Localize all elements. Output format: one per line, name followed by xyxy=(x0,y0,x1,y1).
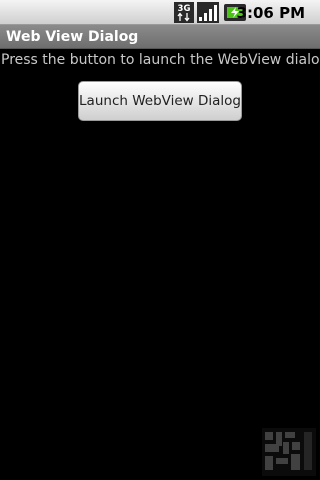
3g-data-icon: 3G xyxy=(174,2,194,27)
screen: 3G 3:06 PM Web View Dialog Press the but… xyxy=(0,0,320,480)
app-title: Web View Dialog xyxy=(6,29,139,45)
signal-strength-icon xyxy=(197,2,219,27)
status-bar: 3G 3:06 PM xyxy=(0,0,320,25)
watermark-logo xyxy=(262,428,316,480)
title-bar: Web View Dialog xyxy=(0,25,320,49)
status-time: 3:06 PM xyxy=(236,4,305,22)
svg-text:3G: 3G xyxy=(178,4,191,14)
launch-button-label: Launch WebView Dialog xyxy=(79,93,241,109)
instruction-text: Press the button to launch the WebView d… xyxy=(1,52,320,68)
launch-webview-dialog-button[interactable]: Launch WebView Dialog xyxy=(78,81,242,121)
